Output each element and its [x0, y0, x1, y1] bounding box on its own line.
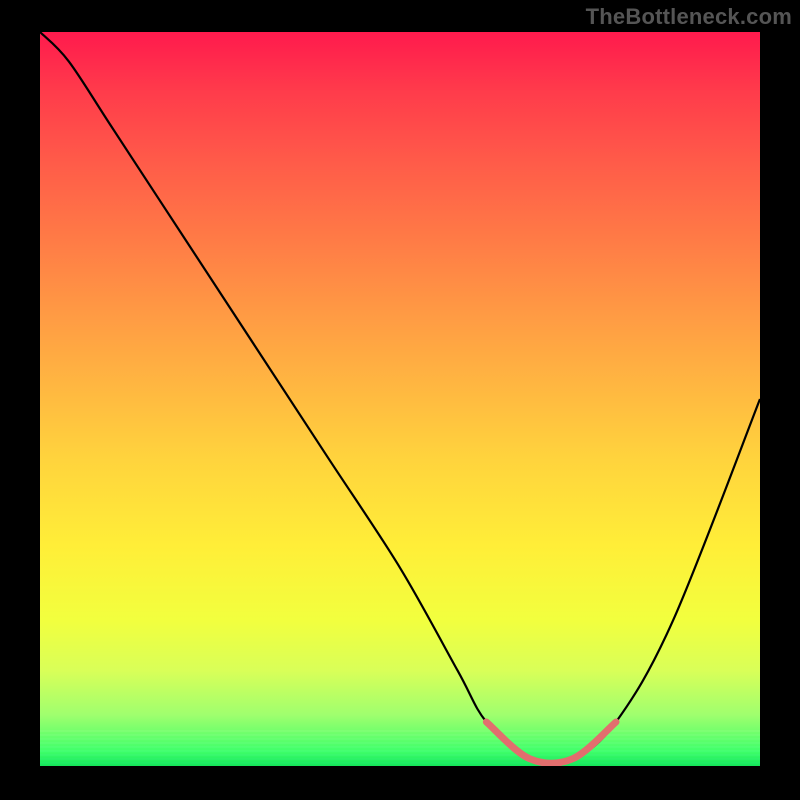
bottleneck-curve-line — [40, 32, 760, 763]
chart-frame: TheBottleneck.com — [0, 0, 800, 800]
plot-area — [40, 32, 760, 766]
curve-svg — [40, 32, 760, 766]
bottleneck-curve-highlight — [486, 722, 616, 763]
watermark-text: TheBottleneck.com — [586, 4, 792, 30]
